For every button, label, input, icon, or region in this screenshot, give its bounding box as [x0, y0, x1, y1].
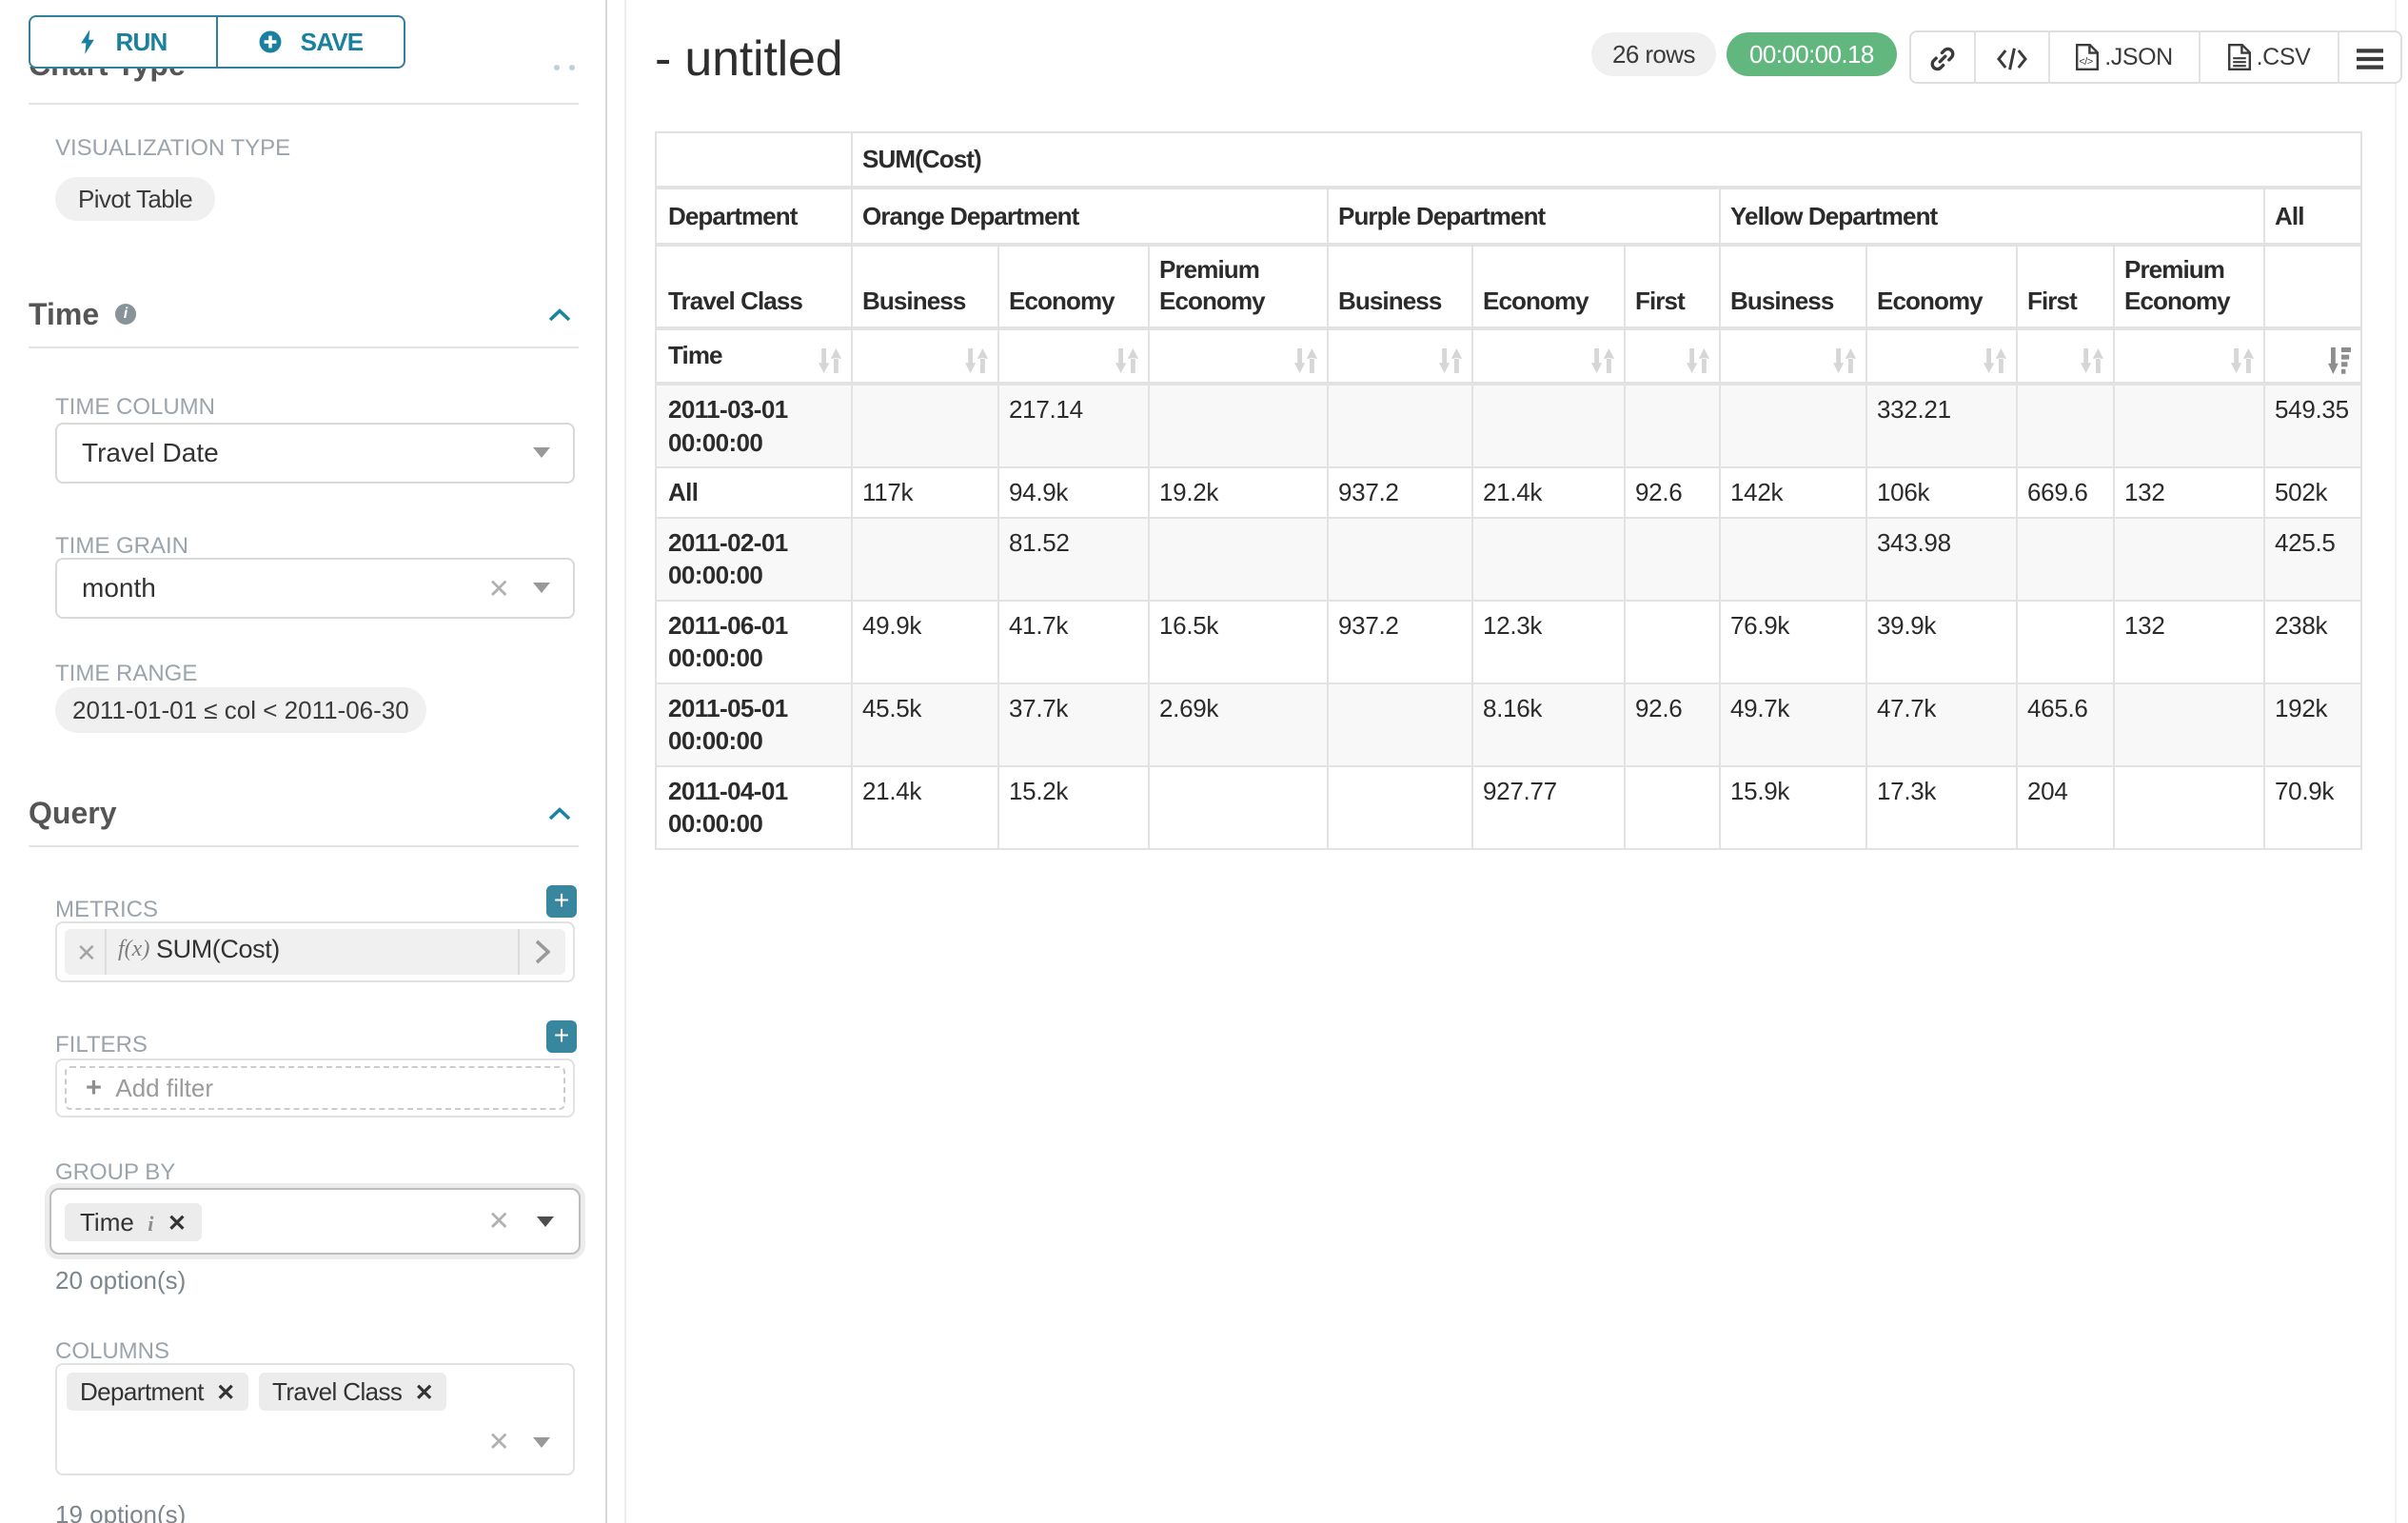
svg-text:</>: </>	[2080, 56, 2094, 68]
